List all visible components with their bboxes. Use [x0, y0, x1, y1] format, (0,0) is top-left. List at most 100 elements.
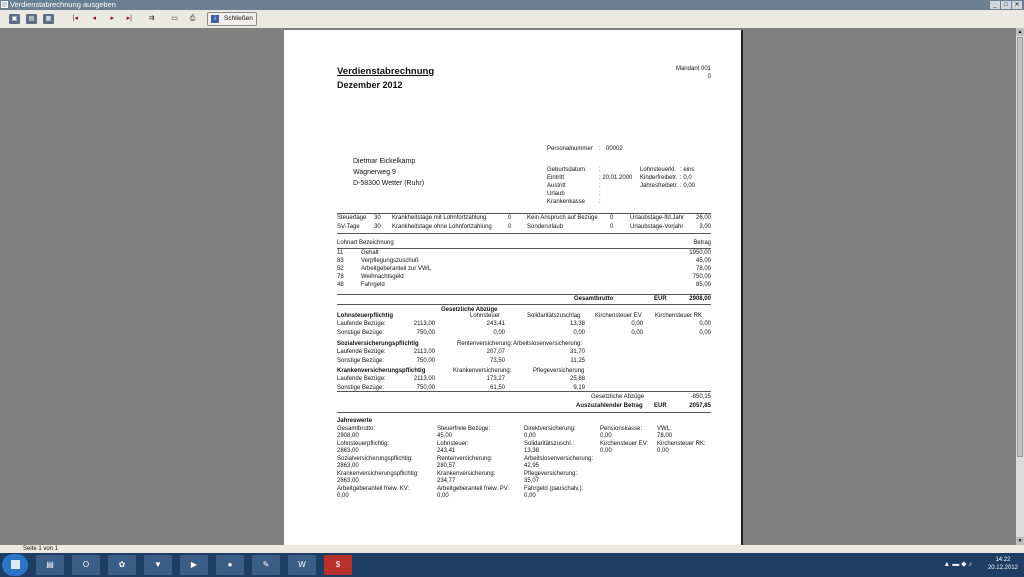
payroll-app-icon[interactable]: $ — [324, 555, 352, 575]
annual-value: 2863,00 — [337, 463, 359, 469]
windows-logo-icon — [11, 560, 20, 569]
gross-label: Gesamtbrutto — [574, 296, 614, 302]
divider — [337, 412, 711, 413]
days-cell: Kein Anspruch auf Bezüge — [527, 215, 598, 221]
info-label: Jahresfreibetr. — [640, 183, 679, 189]
kv-head-pv: Pflegeversicherung — [533, 368, 585, 374]
earning-name: Fahrgeld — [361, 282, 385, 288]
window-title: Verdienstabrechnung ausgeben — [10, 0, 116, 9]
annual-value: 0,00 — [600, 433, 612, 439]
gross-cur: EUR — [654, 296, 667, 302]
address-city: D-58300 Wetter (Ruhr) — [353, 180, 425, 187]
system-tray[interactable]: ▲ ▬ ◆ ♪ — [943, 560, 972, 568]
annual-value: 2908,00 — [337, 433, 359, 439]
tools-app-icon[interactable]: ✎ — [252, 555, 280, 575]
payout-cur: EUR — [654, 403, 667, 409]
firefox-icon[interactable]: ● — [216, 555, 244, 575]
annual-value: 2863,00 — [337, 478, 359, 484]
info-label: Krankenkasse — [547, 199, 586, 205]
scroll-up-icon[interactable]: ▲ — [1016, 28, 1024, 36]
clock-time: 14:22 — [995, 557, 1011, 563]
info-label: Kinderfreibetr. — [640, 175, 678, 181]
export-icon[interactable]: ⇉ — [146, 14, 157, 24]
save-icon[interactable]: ▭ — [169, 14, 180, 24]
annual-title: Jahreswerte — [337, 418, 373, 424]
payout-value: 2057,85 — [689, 403, 711, 409]
prev-page-icon[interactable]: ◂ — [85, 14, 96, 24]
next-page-icon[interactable]: ▸ — [103, 14, 114, 24]
scroll-down-icon[interactable]: ▼ — [1016, 537, 1024, 545]
annual-value: 78,00 — [657, 433, 673, 439]
sv-title: Sozialversicherungspflichtig — [337, 341, 419, 347]
days-cell: Krankheitstage mit Lohnfortzahlung — [392, 215, 487, 221]
word-icon[interactable]: W — [288, 555, 316, 575]
close-button[interactable]: i Schließen — [207, 12, 257, 26]
info-label: Urlaub — [547, 191, 565, 197]
sv-head-av: Arbeitslosenversicherung: — [513, 341, 583, 347]
doc-period: Dezember 2012 — [337, 80, 403, 90]
door-icon: i — [211, 15, 219, 23]
multi-page-icon[interactable]: ▦ — [43, 14, 54, 24]
taskbar: ▤ O ✿ ▼ ▶ ● ✎ W $ ▲ ▬ ◆ ♪ 14:22 20.12.20… — [0, 553, 1024, 577]
scroll-thumb[interactable] — [1017, 37, 1023, 457]
minimize-icon[interactable]: _ — [990, 1, 1000, 9]
kv-title: Krankenversicherungspflichtig — [337, 368, 426, 374]
days-cell: Sonderurlaub — [527, 224, 564, 230]
personal-value: 00002 — [606, 146, 623, 152]
outlook-icon[interactable]: O — [72, 555, 100, 575]
info-label: Austritt — [547, 183, 566, 189]
earning-name: Verpflegungszuschuß — [361, 258, 419, 264]
kv-row-base: 2113,00 — [413, 376, 435, 382]
sv-row-av: 31,70 — [569, 349, 585, 355]
first-page-icon[interactable]: |◂ — [67, 14, 78, 24]
lst-row-soli: 13,38 — [569, 321, 585, 327]
print-preview-icon[interactable]: ▣ — [9, 14, 20, 24]
info-value: : — [599, 183, 601, 189]
earn-header-right: Betrag — [693, 240, 711, 246]
earning-amount: 78,00 — [695, 266, 711, 272]
days-cell: 0 — [508, 224, 512, 230]
annual-values: Gesamtbrutto: 2908,00 Steuerfreie Bezüge: 4… — [337, 426, 711, 501]
close-icon[interactable]: ✕ — [1012, 1, 1022, 9]
flower-app-icon[interactable]: ✿ — [108, 555, 136, 575]
divider — [337, 304, 711, 305]
info-value: : 20.01.2000 — [599, 175, 633, 181]
annual-label: Lohnsteuerpflichtig: — [337, 441, 390, 447]
last-page-icon[interactable]: ▸| — [121, 14, 132, 24]
clock[interactable]: 14:22 20.12.2012 — [988, 556, 1018, 572]
lst-row-kev: 0,00 — [631, 330, 643, 336]
annual-label: Pflegeversicherung: — [524, 471, 578, 477]
address-name: Dietmar Eickelkamp — [353, 158, 416, 165]
earning-name: Arbeitgeberanteil zur VWL — [361, 266, 432, 272]
start-button[interactable] — [2, 554, 28, 576]
total-deductions-label: Gesetzliche Abzüge — [591, 394, 645, 400]
vertical-scrollbar[interactable]: ▲ ▼ — [1016, 28, 1024, 545]
explorer-icon[interactable]: ▤ — [36, 555, 64, 575]
earn-header-left: Lohnart Bezeichnung — [337, 240, 394, 246]
mandant-sub: 0 — [707, 74, 711, 80]
annual-value: 0,00 — [524, 433, 536, 439]
annual-value: 243,41 — [437, 448, 456, 454]
sv-row-label: Laufende Bezüge: — [337, 349, 386, 355]
printer-icon[interactable]: ⎙ — [187, 14, 198, 24]
single-page-icon[interactable]: ▤ — [26, 14, 37, 24]
lst-head-soli: Solidaritätszuschlag — [527, 313, 581, 319]
annual-label: Arbeitslosenversicherung: — [524, 456, 594, 462]
sv-row-base: 2113,00 — [413, 349, 435, 355]
lst-row-base: 750,00 — [416, 330, 435, 336]
lst-row-label: Laufende Bezüge: — [337, 321, 386, 327]
annual-label: Kirchensteuer RK: — [657, 441, 706, 447]
personal-label: Personalnummer — [547, 146, 593, 152]
days-cell: 30 — [374, 215, 381, 221]
lst-row-tax: 243,41 — [486, 321, 505, 327]
media-player-icon[interactable]: ▶ — [180, 555, 208, 575]
acrobat-icon[interactable]: ▼ — [144, 555, 172, 575]
lst-head-krk: Kirchensteuer RK — [655, 313, 703, 319]
annual-label: Krankenversicherung: — [437, 471, 496, 477]
annual-value: 35,07 — [524, 478, 540, 484]
maximize-icon[interactable]: □ — [1001, 1, 1011, 9]
annual-value: 0,00 — [337, 493, 349, 499]
earnings-table: 11 Gehalt 1950,00 83 Verpflegungszuschuß 45,0… — [337, 250, 711, 294]
days-cell: 0 — [610, 215, 614, 221]
annual-label: Krankenversicherungspflichtig: — [337, 471, 419, 477]
